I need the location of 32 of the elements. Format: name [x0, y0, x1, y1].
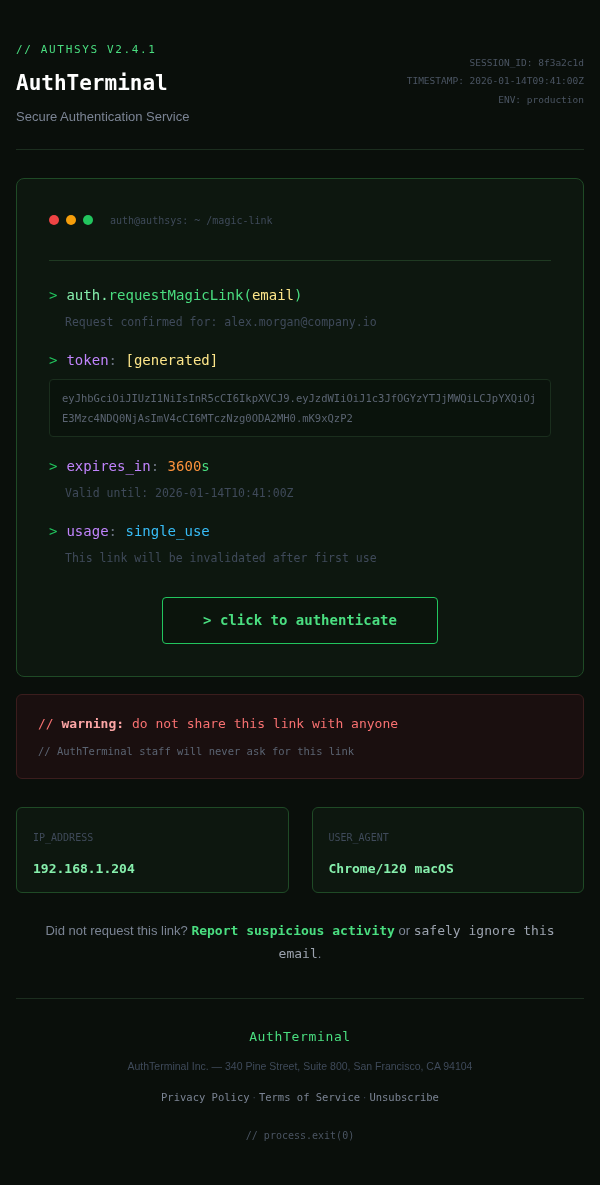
app-title: AuthTerminal	[16, 69, 169, 97]
separator-dot: ·	[252, 1091, 256, 1106]
info-value: 192.168.1.204	[33, 859, 136, 878]
footer-link[interactable]: Unsubscribe	[369, 1089, 439, 1106]
output-text: Valid until: 2026-01-14T10:41:00Z	[65, 484, 295, 502]
footer-address: AuthTerminal Inc. — 340 Pine Street, Suite 800, San Francisco, CA 94104	[127, 1059, 473, 1074]
command-line: > expires_in: 3600s	[49, 456, 211, 477]
output-text: Request confirmed for: alex.morgan@company.io	[65, 313, 378, 331]
app-subtitle: Secure Authentication Service	[16, 108, 190, 126]
terminal-path: auth@authsys: ~ /magic-link	[110, 213, 273, 228]
report-link[interactable]: Report suspicious activity	[191, 922, 395, 938]
token-box: eyJhbGciOiJIUzI1NiIsInR5cCI6IkpXVCJ9.eyJzdWIiOiJ1c3JfOGYzYTJjMWQiLCJpYXQiOjE3Mzc4NDQ0NjAsImV4cCI6MTczNzg0ODA2MH0.mK9xQzP2	[49, 378, 551, 437]
command-line: > auth.requestMagicLink(email)	[49, 285, 304, 305]
meta-text: ENV: production	[498, 92, 584, 107]
separator-dot: ·	[363, 1091, 367, 1106]
version-label: // AUTHSYS V2.4.1	[16, 42, 158, 58]
info-label: IP_ADDRESS	[33, 830, 95, 845]
footer-link[interactable]: Terms of Service	[258, 1089, 361, 1106]
meta-text: TIMESTAMP: 2026-01-14T09:41:00Z	[406, 74, 584, 89]
output-text: This link will be invalidated after first use	[65, 550, 378, 567]
command-line: > token: [generated]	[49, 350, 220, 370]
warning-note: // AuthTerminal staff will never ask for this link	[38, 743, 356, 759]
warning-text: // warning: do not share this link with anyone	[38, 715, 400, 734]
command-line: > usage: single_use	[49, 522, 211, 542]
footer-link[interactable]: Privacy Policy	[161, 1089, 250, 1106]
notice-text: Did not request this link? Report suspicious activity or safely ignore this email.	[44, 921, 556, 963]
exit-text: // process.exit(0)	[245, 1128, 355, 1143]
info-value: Chrome/120 macOS	[328, 859, 455, 878]
footer-brand: AuthTerminal	[249, 1027, 351, 1046]
info-label: USER_AGENT	[328, 830, 390, 845]
meta-text: SESSION_ID: 8f3a2c1d	[469, 56, 584, 70]
authenticate-button[interactable]: > click to authenticate	[162, 597, 438, 645]
